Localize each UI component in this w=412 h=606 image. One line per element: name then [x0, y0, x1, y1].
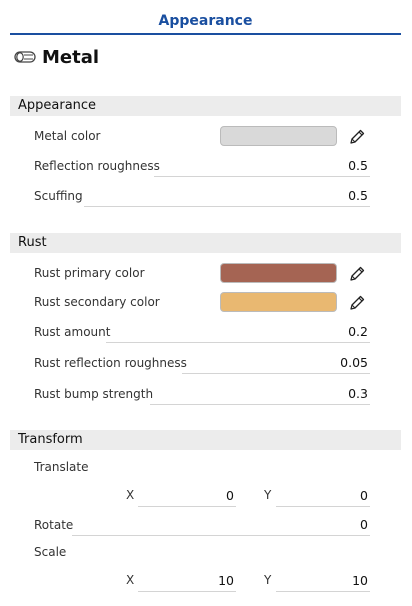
reflection-roughness-label: Reflection roughness [34, 159, 160, 173]
scale-y-value: 10 [352, 573, 368, 588]
rust-primary-color-label: Rust primary color [34, 266, 145, 280]
section-rust-header[interactable]: Rust [10, 233, 401, 253]
rotate-input[interactable]: 0 [360, 517, 368, 532]
y-axis-label: Y [264, 488, 272, 502]
translate-x-field: X 0 [126, 485, 236, 507]
pencil-icon[interactable] [348, 294, 366, 312]
metal-color-swatch[interactable] [220, 126, 337, 146]
scale-y-input[interactable]: 10 [276, 570, 370, 592]
section-title: Transform [18, 432, 83, 447]
translate-y-value: 0 [360, 488, 368, 503]
translate-y-input[interactable]: 0 [276, 485, 370, 507]
rotate-row: Rotate 0 [34, 514, 370, 538]
rust-primary-color-swatch[interactable] [220, 263, 337, 283]
scuffing-input[interactable]: 0.5 [348, 188, 368, 203]
field-underline [106, 342, 370, 343]
reflection-roughness-row: Reflection roughness 0.5 [34, 155, 370, 179]
translate-label: Translate [34, 460, 89, 474]
scale-x-input[interactable]: 10 [138, 570, 236, 592]
scale-y-field: Y 10 [264, 570, 370, 592]
material-header: Metal [14, 44, 99, 70]
rust-bump-strength-row: Rust bump strength 0.3 [34, 383, 370, 407]
rust-reflection-roughness-input[interactable]: 0.05 [340, 355, 368, 370]
rust-amount-label: Rust amount [34, 325, 111, 339]
metal-color-label: Metal color [34, 129, 101, 143]
rust-reflection-roughness-row: Rust reflection roughness 0.05 [34, 352, 370, 376]
pencil-icon[interactable] [348, 128, 366, 146]
rust-secondary-color-swatch[interactable] [220, 292, 337, 312]
rotate-label: Rotate [34, 518, 74, 532]
section-appearance-header[interactable]: Appearance [10, 96, 401, 116]
rust-amount-input[interactable]: 0.2 [348, 324, 368, 339]
pencil-icon[interactable] [348, 265, 366, 283]
rust-reflection-roughness-label: Rust reflection roughness [34, 356, 187, 370]
scuffing-label: Scuffing [34, 189, 83, 203]
field-underline [72, 535, 370, 536]
scale-x-field: X 10 [126, 570, 236, 592]
translate-y-field: Y 0 [264, 485, 370, 507]
scale-x-value: 10 [218, 573, 234, 588]
translate-x-input[interactable]: 0 [138, 485, 236, 507]
rust-bump-strength-input[interactable]: 0.3 [348, 386, 368, 401]
rust-secondary-color-label: Rust secondary color [34, 295, 160, 309]
section-title: Appearance [18, 98, 97, 113]
y-axis-label: Y [264, 573, 272, 587]
scale-label-row: Scale [34, 541, 370, 565]
section-title: Rust [18, 235, 47, 250]
material-name: Metal [42, 46, 100, 68]
rust-bump-strength-label: Rust bump strength [34, 387, 154, 401]
tab-title: Appearance [158, 13, 253, 29]
section-transform-header[interactable]: Transform [10, 430, 401, 450]
translate-x-value: 0 [226, 488, 234, 503]
field-underline [84, 206, 370, 207]
x-axis-label: X [126, 573, 135, 587]
translate-label-row: Translate [34, 456, 370, 480]
reflection-roughness-input[interactable]: 0.5 [348, 158, 368, 173]
rust-amount-row: Rust amount 0.2 [34, 321, 370, 345]
appearance-tab[interactable]: Appearance [10, 6, 401, 35]
scale-label: Scale [34, 545, 67, 559]
x-axis-label: X [126, 488, 135, 502]
material-roll-icon [14, 51, 36, 63]
field-underline [182, 373, 370, 374]
scuffing-row: Scuffing 0.5 [34, 185, 370, 209]
field-underline [154, 176, 370, 177]
field-underline [150, 404, 370, 405]
